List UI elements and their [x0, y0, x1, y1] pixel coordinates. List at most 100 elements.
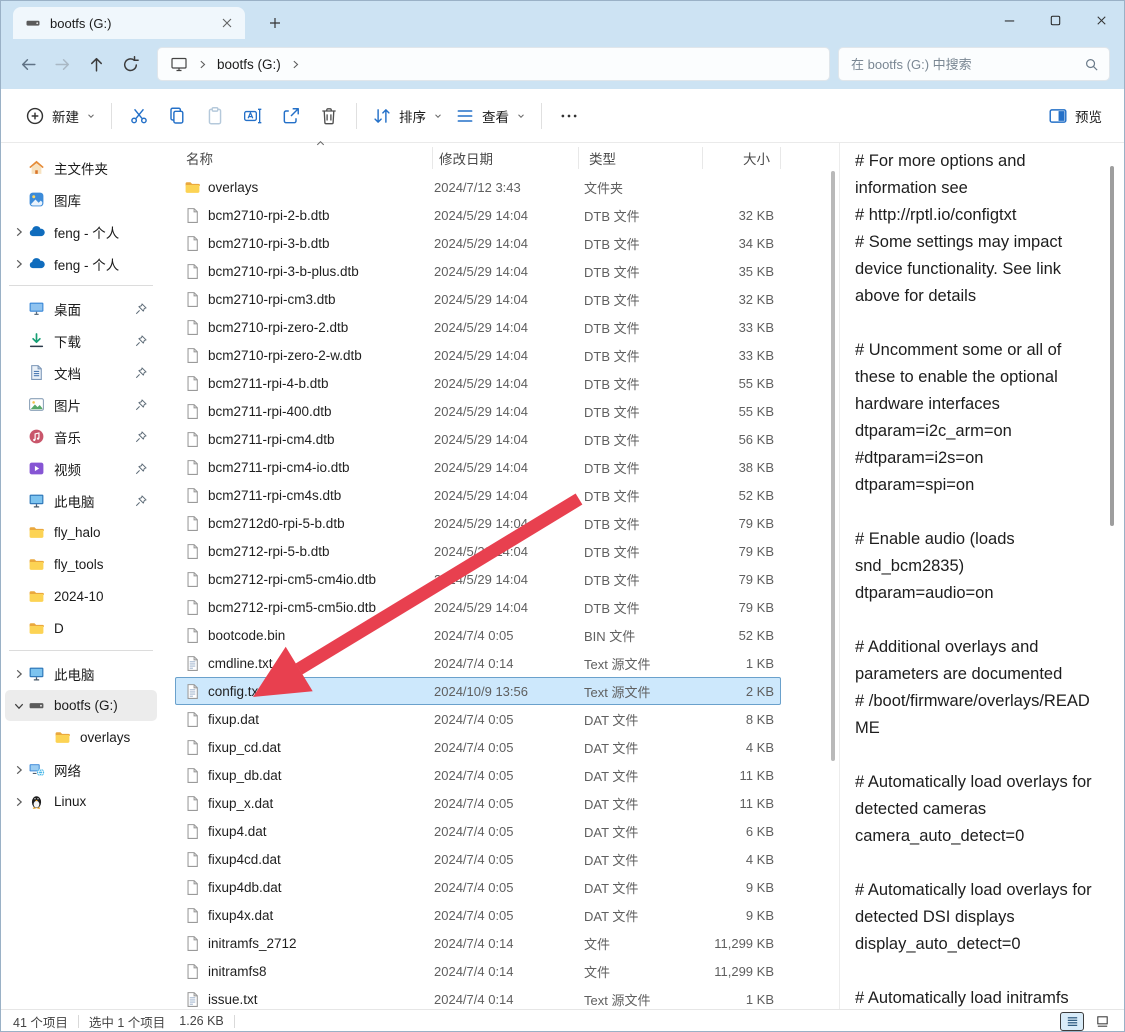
chevron-right-icon[interactable]: [13, 258, 25, 270]
up-button[interactable]: [79, 47, 113, 81]
file-row[interactable]: initramfs_2712 2024/7/4 0:14 文件 11,299 K…: [175, 929, 781, 957]
sidebar-item[interactable]: overlays: [5, 722, 157, 753]
file-name: fixup.dat: [208, 712, 259, 727]
sidebar-item-label: 文档: [54, 363, 134, 383]
column-header-date[interactable]: 修改日期: [433, 147, 579, 169]
file-row[interactable]: fixup4cd.dat 2024/7/4 0:05 DAT 文件 4 KB: [175, 845, 781, 873]
maximize-button[interactable]: [1032, 1, 1078, 39]
back-button[interactable]: [11, 47, 45, 81]
file-row[interactable]: fixup_cd.dat 2024/7/4 0:05 DAT 文件 4 KB: [175, 733, 781, 761]
share-button[interactable]: [273, 98, 309, 134]
more-options-button[interactable]: [551, 98, 587, 134]
chevron-right-icon[interactable]: [13, 796, 25, 808]
chevron-right-icon[interactable]: [13, 226, 25, 238]
file-row[interactable]: fixup.dat 2024/7/4 0:05 DAT 文件 8 KB: [175, 705, 781, 733]
sidebar-item[interactable]: bootfs (G:): [5, 690, 157, 721]
minimize-button[interactable]: [986, 1, 1032, 39]
file-row[interactable]: bootcode.bin 2024/7/4 0:05 BIN 文件 52 KB: [175, 621, 781, 649]
file-row[interactable]: bcm2710-rpi-cm3.dtb 2024/5/29 14:04 DTB …: [175, 285, 781, 313]
search-input[interactable]: [851, 57, 1084, 72]
file-row[interactable]: config.txt 2024/10/9 13:56 Text 源文件 2 KB: [175, 677, 781, 705]
refresh-button[interactable]: [113, 47, 147, 81]
chevron-right-icon[interactable]: [13, 668, 25, 680]
file-row[interactable]: cmdline.txt 2024/7/4 0:14 Text 源文件 1 KB: [175, 649, 781, 677]
sidebar-item[interactable]: feng - 个人: [5, 248, 157, 279]
sidebar-item[interactable]: 下载: [5, 325, 157, 356]
sidebar-item[interactable]: 此电脑: [5, 485, 157, 516]
address-bar[interactable]: bootfs (G:): [157, 47, 830, 81]
delete-button[interactable]: [311, 98, 347, 134]
file-row[interactable]: bcm2710-rpi-3-b-plus.dtb 2024/5/29 14:04…: [175, 257, 781, 285]
sidebar-item[interactable]: feng - 个人: [5, 216, 157, 247]
details-view-toggle[interactable]: [1060, 1012, 1084, 1031]
file-row[interactable]: bcm2712-rpi-cm5-cm5io.dtb 2024/5/29 14:0…: [175, 593, 781, 621]
file-icon: [184, 599, 201, 616]
sidebar-item[interactable]: fly_tools: [5, 549, 157, 580]
sidebar-item[interactable]: 音乐: [5, 421, 157, 452]
file-row[interactable]: fixup_x.dat 2024/7/4 0:05 DAT 文件 11 KB: [175, 789, 781, 817]
file-row[interactable]: bcm2711-rpi-400.dtb 2024/5/29 14:04 DTB …: [175, 397, 781, 425]
sidebar-item[interactable]: fly_halo: [5, 517, 157, 548]
chevron-down-icon[interactable]: [13, 700, 25, 712]
file-size: 32 KB: [704, 208, 774, 223]
sidebar-item[interactable]: 图库: [5, 184, 157, 215]
chevron-right-icon[interactable]: [13, 764, 25, 776]
forward-button[interactable]: [45, 47, 79, 81]
icons-view-icon: [1095, 1014, 1110, 1029]
sidebar-item[interactable]: 文档: [5, 357, 157, 388]
sort-button[interactable]: 排序: [366, 98, 449, 134]
file-row[interactable]: issue.txt 2024/7/4 0:14 Text 源文件 1 KB: [175, 985, 781, 1013]
file-row[interactable]: overlays 2024/7/12 3:43 文件夹: [175, 173, 781, 201]
cut-button[interactable]: [121, 98, 157, 134]
file-row[interactable]: bcm2710-rpi-3-b.dtb 2024/5/29 14:04 DTB …: [175, 229, 781, 257]
breadcrumb-chevron-icon[interactable]: [197, 59, 208, 70]
file-row[interactable]: bcm2710-rpi-2-b.dtb 2024/5/29 14:04 DTB …: [175, 201, 781, 229]
preview-scrollbar[interactable]: [1110, 166, 1114, 526]
file-row[interactable]: bcm2711-rpi-cm4.dtb 2024/5/29 14:04 DTB …: [175, 425, 781, 453]
paste-button[interactable]: [197, 98, 233, 134]
column-header-name[interactable]: 名称: [175, 147, 433, 169]
file-row[interactable]: bcm2710-rpi-zero-2-w.dtb 2024/5/29 14:04…: [175, 341, 781, 369]
file-row[interactable]: fixup_db.dat 2024/7/4 0:05 DAT 文件 11 KB: [175, 761, 781, 789]
column-header-size[interactable]: 大小: [703, 147, 781, 169]
sidebar-item[interactable]: 视频: [5, 453, 157, 484]
tab-close-button[interactable]: [219, 15, 235, 31]
file-name: bcm2710-rpi-zero-2-w.dtb: [208, 348, 362, 363]
file-type: Text 源文件: [580, 682, 704, 701]
preview-toggle-button[interactable]: 预览: [1042, 98, 1108, 134]
sidebar-item[interactable]: 图片: [5, 389, 157, 420]
file-row[interactable]: bcm2711-rpi-cm4-io.dtb 2024/5/29 14:04 D…: [175, 453, 781, 481]
share-icon: [281, 106, 301, 126]
file-row[interactable]: fixup4x.dat 2024/7/4 0:05 DAT 文件 9 KB: [175, 901, 781, 929]
sidebar-item[interactable]: 此电脑: [5, 658, 157, 689]
sidebar-item[interactable]: 2024-10: [5, 581, 157, 612]
sidebar-item[interactable]: 网络: [5, 754, 157, 785]
file-row[interactable]: initramfs8 2024/7/4 0:14 文件 11,299 KB: [175, 957, 781, 985]
file-row[interactable]: fixup4db.dat 2024/7/4 0:05 DAT 文件 9 KB: [175, 873, 781, 901]
new-button[interactable]: 新建: [19, 98, 102, 134]
file-row[interactable]: bcm2712-rpi-cm5-cm4io.dtb 2024/5/29 14:0…: [175, 565, 781, 593]
search-box[interactable]: [838, 47, 1110, 81]
sidebar-item[interactable]: Linux: [5, 786, 157, 817]
icons-view-toggle[interactable]: [1090, 1012, 1114, 1031]
preview-line: [855, 310, 1100, 337]
copy-button[interactable]: [159, 98, 195, 134]
sidebar-item[interactable]: 主文件夹: [5, 152, 157, 183]
file-row[interactable]: bcm2712d0-rpi-5-b.dtb 2024/5/29 14:04 DT…: [175, 509, 781, 537]
breadcrumb-chevron-icon[interactable]: [290, 59, 301, 70]
file-row[interactable]: bcm2710-rpi-zero-2.dtb 2024/5/29 14:04 D…: [175, 313, 781, 341]
column-header-type[interactable]: 类型: [579, 147, 703, 169]
file-row[interactable]: bcm2711-rpi-4-b.dtb 2024/5/29 14:04 DTB …: [175, 369, 781, 397]
sidebar-item[interactable]: 桌面: [5, 293, 157, 324]
close-button[interactable]: [1078, 1, 1124, 39]
new-tab-button[interactable]: [267, 15, 283, 31]
explorer-tab[interactable]: bootfs (G:): [13, 7, 245, 39]
view-button[interactable]: 查看: [449, 98, 532, 134]
sidebar-item[interactable]: D: [5, 613, 157, 644]
file-row[interactable]: bcm2712-rpi-5-b.dtb 2024/5/29 14:04 DTB …: [175, 537, 781, 565]
file-row[interactable]: bcm2711-rpi-cm4s.dtb 2024/5/29 14:04 DTB…: [175, 481, 781, 509]
rename-button[interactable]: [235, 98, 271, 134]
breadcrumb-location[interactable]: bootfs (G:): [217, 57, 281, 72]
file-list-scrollbar[interactable]: [831, 171, 835, 761]
file-row[interactable]: fixup4.dat 2024/7/4 0:05 DAT 文件 6 KB: [175, 817, 781, 845]
